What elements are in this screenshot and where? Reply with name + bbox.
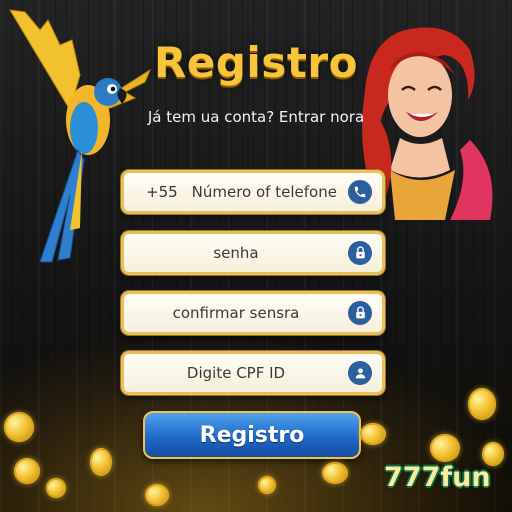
lock-icon <box>348 301 372 325</box>
login-prompt-link[interactable]: Já tem ua conta? Entrar nora <box>120 108 392 126</box>
confirm-password-field[interactable]: confirmar sensra <box>121 291 385 335</box>
password-field[interactable]: senha <box>121 231 385 275</box>
gold-coin <box>430 434 460 462</box>
brand-logo: 777fun <box>384 462 491 493</box>
lock-icon <box>348 241 372 265</box>
cpf-field[interactable]: Digite CPF ID <box>121 351 385 395</box>
gold-coin <box>360 423 386 445</box>
gold-coin <box>90 448 112 476</box>
gold-coin <box>322 462 348 484</box>
gold-coin <box>145 484 169 506</box>
cpf-placeholder: Digite CPF ID <box>186 364 286 382</box>
gold-coin <box>46 478 66 498</box>
phone-placeholder: Número of telefone <box>191 183 337 201</box>
gold-coin <box>14 458 40 484</box>
country-code-prefix: +55 <box>146 183 178 201</box>
gold-coin <box>468 388 496 420</box>
confirm-password-placeholder: confirmar sensra <box>172 304 300 322</box>
gold-coin <box>4 412 34 442</box>
page-title: Registro <box>154 38 358 87</box>
phone-icon <box>348 180 372 204</box>
gold-coin <box>258 476 276 494</box>
user-icon <box>348 361 372 385</box>
password-placeholder: senha <box>213 244 259 262</box>
phone-field[interactable]: +55 Número of telefone <box>121 170 385 214</box>
register-button[interactable]: Registro <box>143 411 361 459</box>
parrot-illustration <box>9 9 152 263</box>
